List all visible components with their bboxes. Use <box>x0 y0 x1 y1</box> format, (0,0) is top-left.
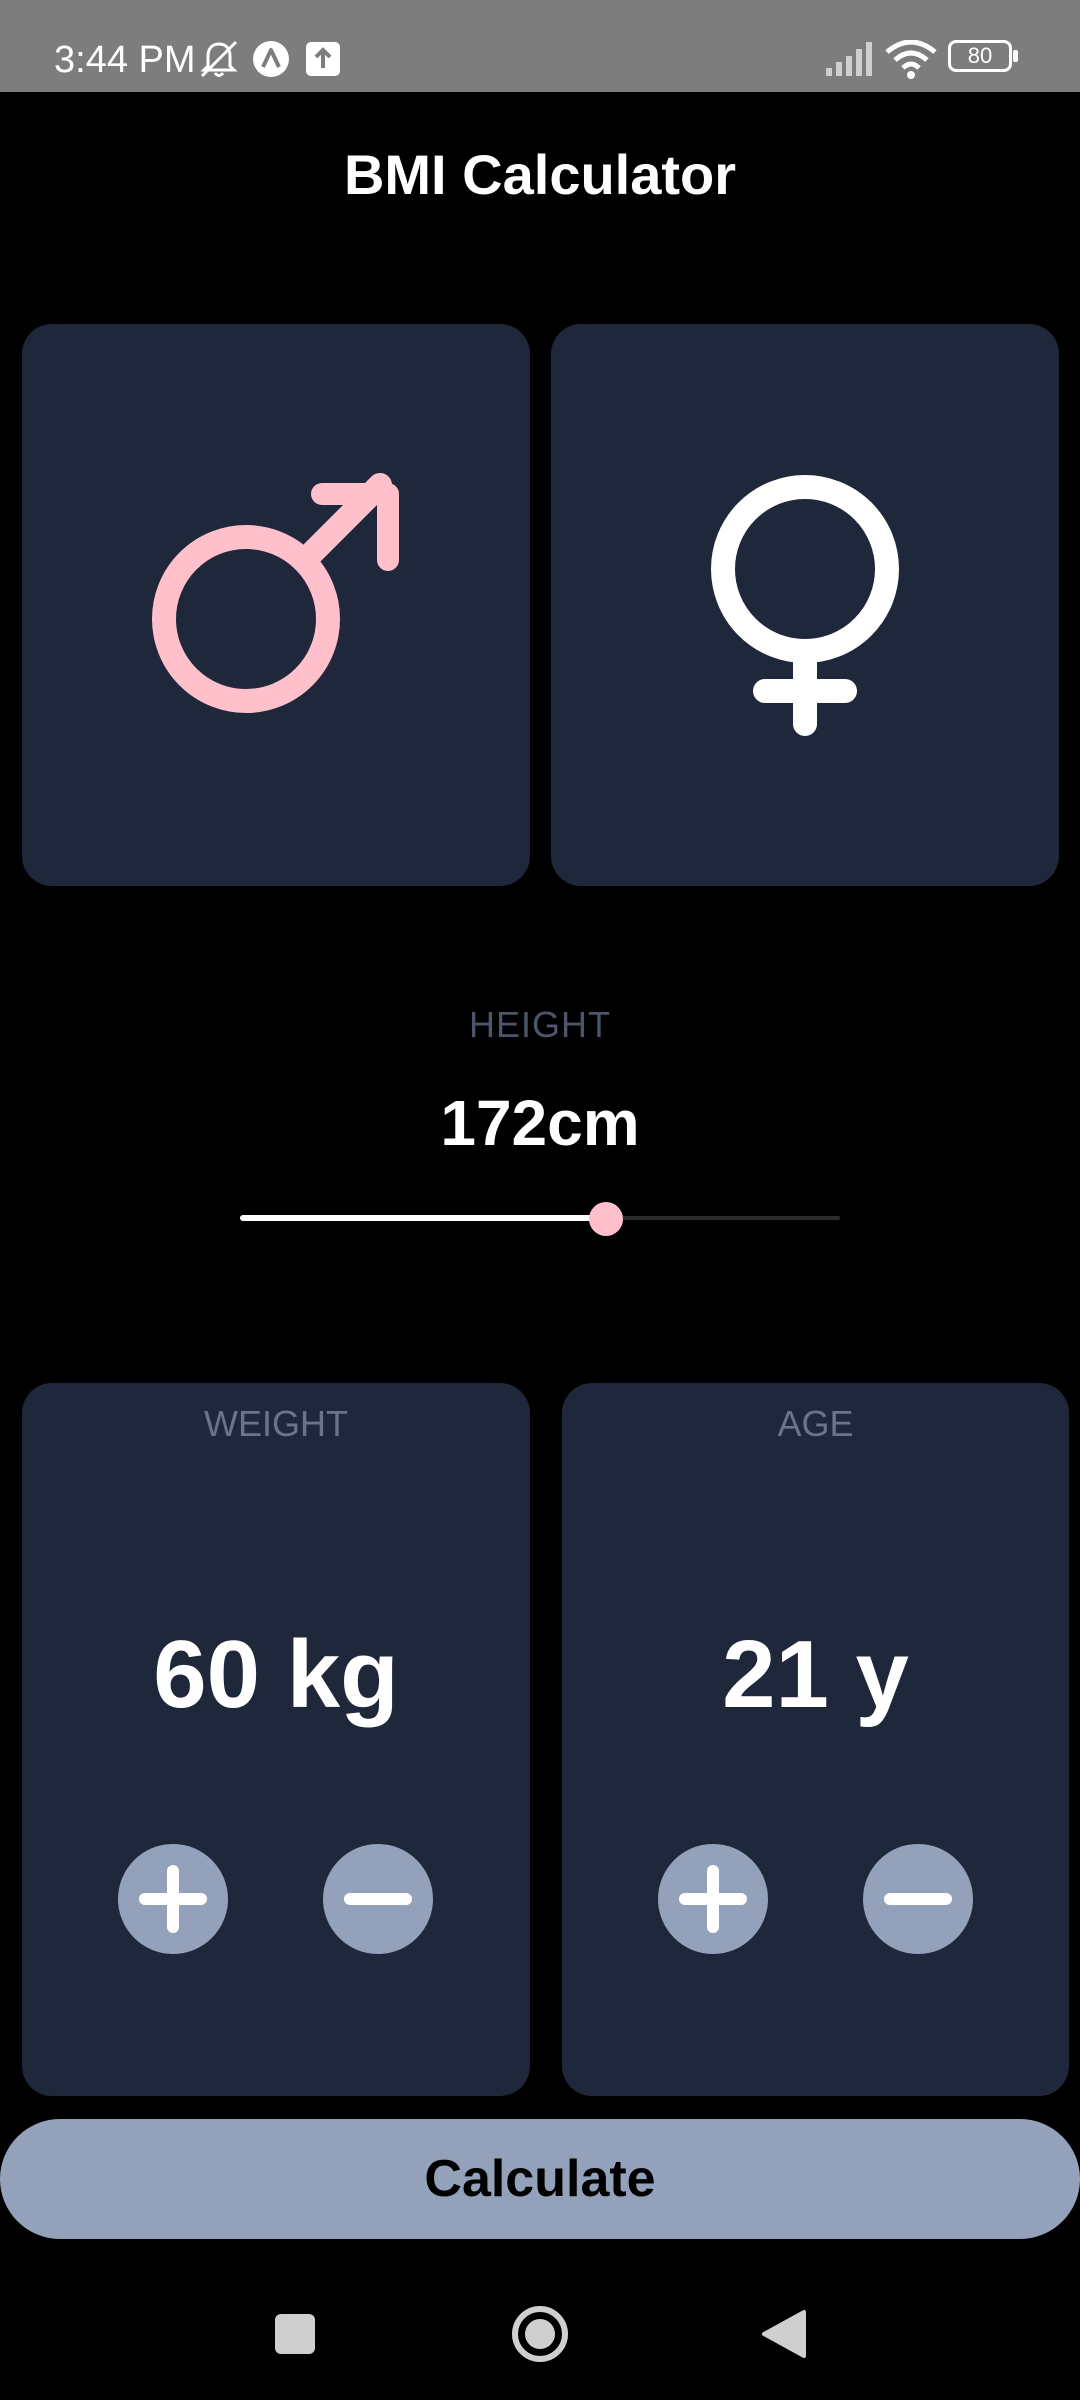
signal-icon <box>826 42 872 76</box>
bell-off-icon <box>200 40 238 78</box>
age-value: 21 y <box>722 1621 909 1728</box>
minus-icon <box>884 1893 952 1905</box>
male-card[interactable] <box>22 324 530 886</box>
home-circle-icon <box>512 2306 568 2362</box>
age-card: AGE 21 y <box>562 1383 1069 2096</box>
app-title: BMI Calculator <box>343 143 737 206</box>
height-slider-fill <box>240 1215 606 1221</box>
wifi-icon <box>885 40 937 79</box>
battery-level: 80 <box>967 43 993 68</box>
height-value: 172cm <box>440 1087 640 1159</box>
weight-label: WEIGHT <box>204 1403 348 1444</box>
minus-icon <box>344 1893 412 1905</box>
height-slider[interactable] <box>240 1196 840 1240</box>
male-symbol-icon <box>152 473 399 713</box>
home-button[interactable] <box>500 2300 580 2368</box>
status-time: 3:44 PM <box>54 39 196 81</box>
back-button[interactable] <box>744 2300 824 2368</box>
height-slider-thumb[interactable] <box>589 1202 623 1236</box>
recents-button[interactable] <box>255 2300 335 2368</box>
female-card[interactable] <box>551 324 1059 886</box>
age-label: AGE <box>777 1403 854 1444</box>
height-label: HEIGHT <box>468 1004 611 1045</box>
upload-icon <box>306 42 340 76</box>
female-symbol-icon <box>711 475 899 736</box>
plus-icon <box>679 1865 747 1933</box>
weight-increment-button[interactable] <box>118 1844 228 1954</box>
back-triangle-icon <box>762 2310 806 2358</box>
app-a-icon <box>253 41 289 77</box>
weight-card: WEIGHT 60 kg <box>22 1383 530 2096</box>
recents-square-icon <box>275 2314 315 2354</box>
age-decrement-button[interactable] <box>863 1844 973 1954</box>
calculate-button[interactable]: Calculate <box>0 2119 1080 2239</box>
weight-decrement-button[interactable] <box>323 1844 433 1954</box>
age-increment-button[interactable] <box>658 1844 768 1954</box>
weight-value: 60 kg <box>153 1621 399 1728</box>
status-bar: 3:44 PM 80 <box>0 0 1080 92</box>
battery-icon: 80 <box>948 40 1020 72</box>
plus-icon <box>139 1865 207 1933</box>
